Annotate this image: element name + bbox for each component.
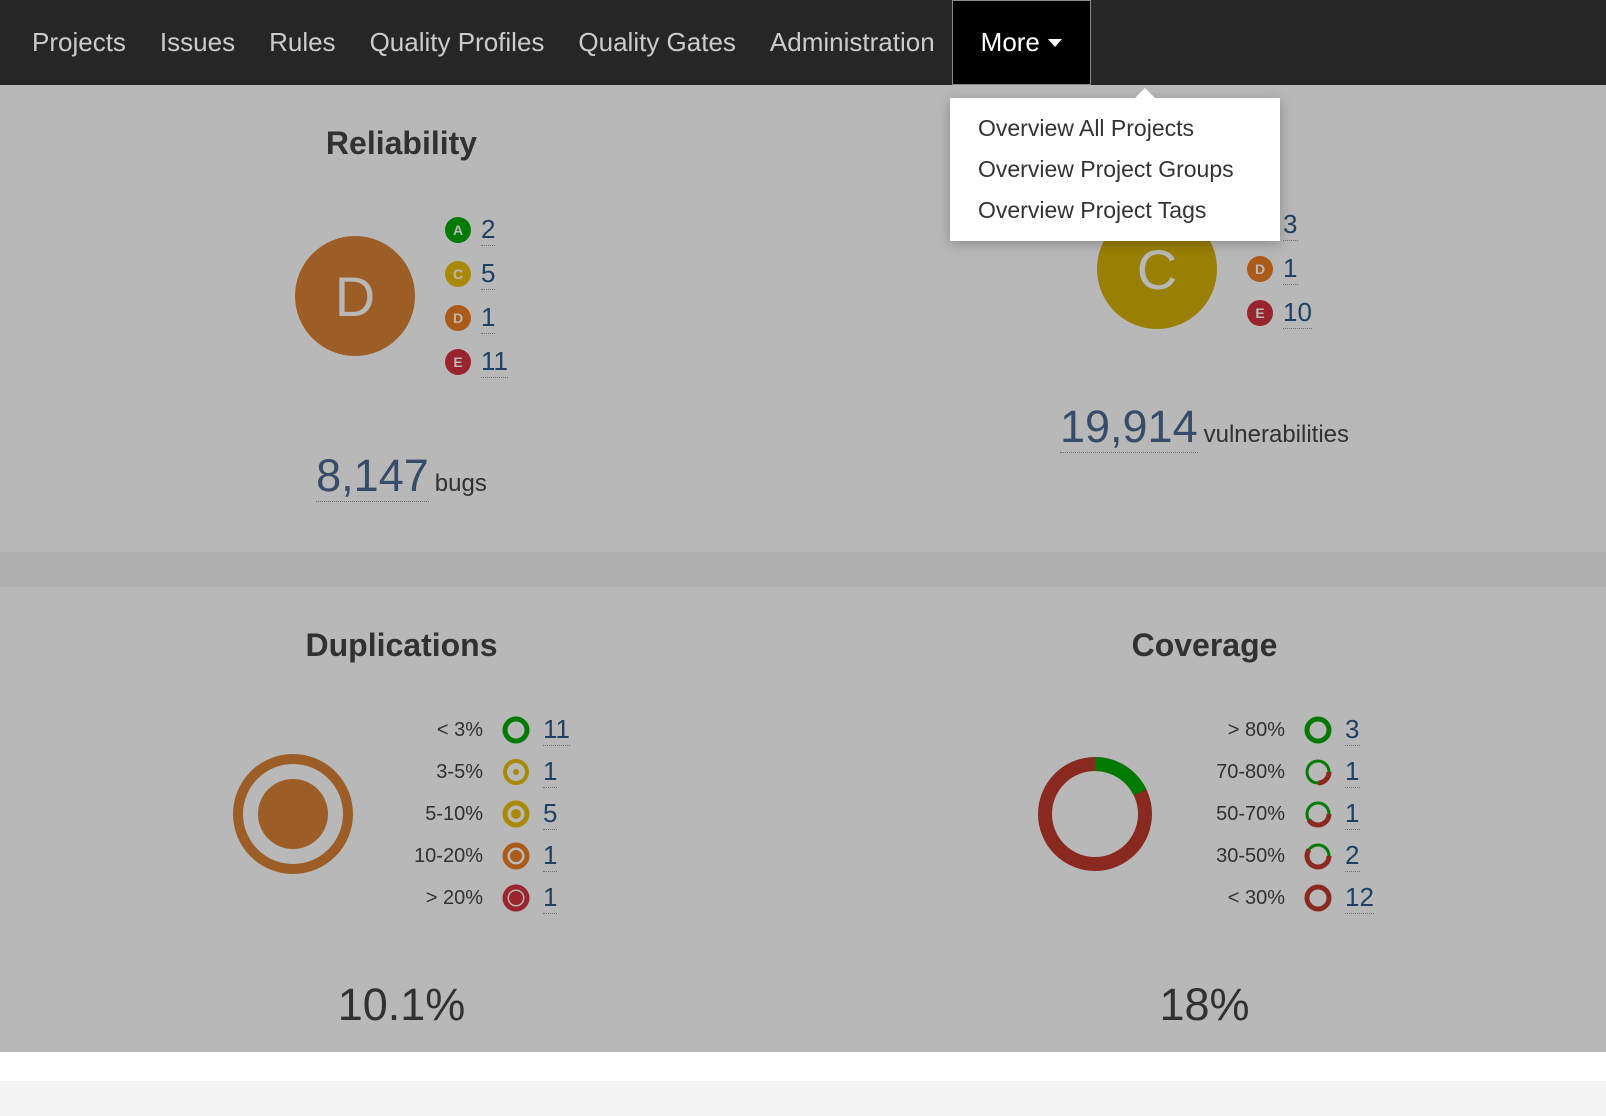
nav-quality-profiles[interactable]: Quality Profiles [353, 0, 562, 85]
nav-more-label: More [981, 27, 1040, 58]
modal-overlay [0, 85, 1606, 1052]
nav-issues[interactable]: Issues [143, 0, 252, 85]
top-nav: Projects Issues Rules Quality Profiles Q… [0, 0, 1606, 85]
nav-projects[interactable]: Projects [15, 0, 143, 85]
dropdown-overview-project-groups[interactable]: Overview Project Groups [950, 149, 1280, 190]
nav-quality-gates[interactable]: Quality Gates [561, 0, 753, 85]
nav-rules[interactable]: Rules [252, 0, 352, 85]
dropdown-overview-all-projects[interactable]: Overview All Projects [950, 108, 1280, 149]
nav-more[interactable]: More [952, 0, 1091, 85]
nav-administration[interactable]: Administration [753, 0, 952, 85]
dropdown-overview-project-tags[interactable]: Overview Project Tags [950, 190, 1280, 231]
caret-down-icon [1048, 39, 1062, 47]
more-dropdown: Overview All Projects Overview Project G… [950, 98, 1280, 241]
